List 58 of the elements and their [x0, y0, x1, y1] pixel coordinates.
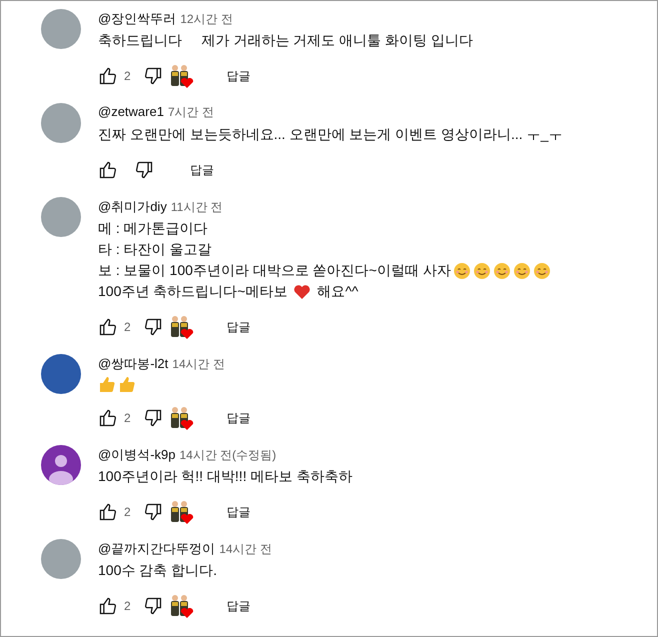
thumbs-down-icon — [134, 160, 154, 180]
comment-text: 100주년이라 헉!! 대박!!! 메타보 축하축하 — [98, 467, 352, 486]
comment-time: 11시간 전 — [170, 199, 223, 216]
thumbs-down-icon — [142, 408, 163, 428]
thumbs-up-icon — [98, 596, 118, 616]
thumbs-up-icon — [98, 66, 118, 86]
avatar-photo-placeholder — [41, 197, 81, 237]
comment-author[interactable]: @이병석-k9p — [98, 446, 176, 464]
thumbs-down-icon — [142, 502, 163, 522]
thumbs-up-icon — [98, 502, 118, 522]
thumbs-up-icon — [98, 160, 118, 180]
reply-button[interactable]: 답글 — [212, 310, 265, 344]
thumbs-down-icon — [142, 596, 163, 616]
thumbs-up-emoji-icon — [118, 375, 136, 393]
thumbs-up-icon — [98, 317, 118, 337]
smiling-face-icon — [472, 262, 491, 280]
reply-button[interactable]: 답글 — [176, 154, 228, 186]
smiling-face-icon — [452, 262, 471, 280]
like-count: 2 — [124, 411, 131, 425]
comment-author[interactable]: @장인싹뚜러 — [98, 10, 176, 28]
comment-text: 축하드립니다 제가 거래하는 거제도 애니툴 화이팅 입니다 — [98, 31, 473, 50]
smiling-face-icon — [512, 262, 531, 280]
comment-text: 보 : 보물이 100주년이라 대박으로 쏟아진다~이럴때 사자 — [98, 261, 451, 280]
comment-time: 14시간 전 — [219, 541, 272, 558]
comment-text: 메 : 메가톤급이다 — [98, 219, 208, 238]
comment-author[interactable]: @끝까지간다뚜껑이 — [98, 540, 216, 558]
avatar-photo-placeholder — [41, 539, 81, 579]
comment-time: 7시간 전 — [168, 104, 214, 121]
comment-author[interactable]: @쌍따봉-l2t — [98, 355, 168, 373]
default-avatar — [41, 445, 81, 485]
reply-button[interactable]: 답글 — [212, 590, 265, 622]
avatar-photo-placeholder — [41, 9, 81, 49]
like-count: 2 — [124, 69, 131, 83]
reply-button[interactable]: 답글 — [212, 60, 265, 92]
comment-time: 14시간 전 — [172, 356, 225, 373]
heart-icon — [293, 284, 312, 300]
comment-text: 100수 감축 합니다. — [98, 561, 218, 580]
thumbs-down-icon — [142, 66, 163, 86]
avatar-photo-placeholder — [41, 354, 81, 394]
comment-time: 14시간 전(수정됨) — [180, 447, 276, 464]
smiling-face-icon — [492, 262, 511, 280]
thumbs-up-emoji-icon — [98, 375, 116, 393]
comment-text: 진짜 오랜만에 보는듯하네요... 오랜만에 보는게 이벤트 영상이라니... ㅜ_ㅜ — [98, 125, 562, 144]
avatar-photo-placeholder — [41, 103, 81, 143]
reply-button[interactable]: 답글 — [212, 496, 265, 528]
comment-author[interactable]: @취미가diy — [98, 198, 167, 216]
comment-text: 100주년 축하드립니다~메타보 — [98, 282, 288, 301]
reply-button[interactable]: 답글 — [212, 402, 265, 434]
thumbs-down-icon — [142, 317, 163, 337]
like-count: 2 — [124, 320, 131, 334]
comment-text: 타 : 타잔이 울고갈 — [98, 240, 212, 259]
comment-time: 12시간 전 — [180, 11, 233, 28]
comment-text: 해요^^ — [316, 282, 358, 301]
smiling-face-icon — [532, 262, 551, 280]
like-count: 2 — [124, 505, 131, 519]
comment-author[interactable]: @zetware1 — [98, 104, 164, 119]
like-count: 2 — [124, 599, 131, 613]
thumbs-up-icon — [98, 408, 118, 428]
